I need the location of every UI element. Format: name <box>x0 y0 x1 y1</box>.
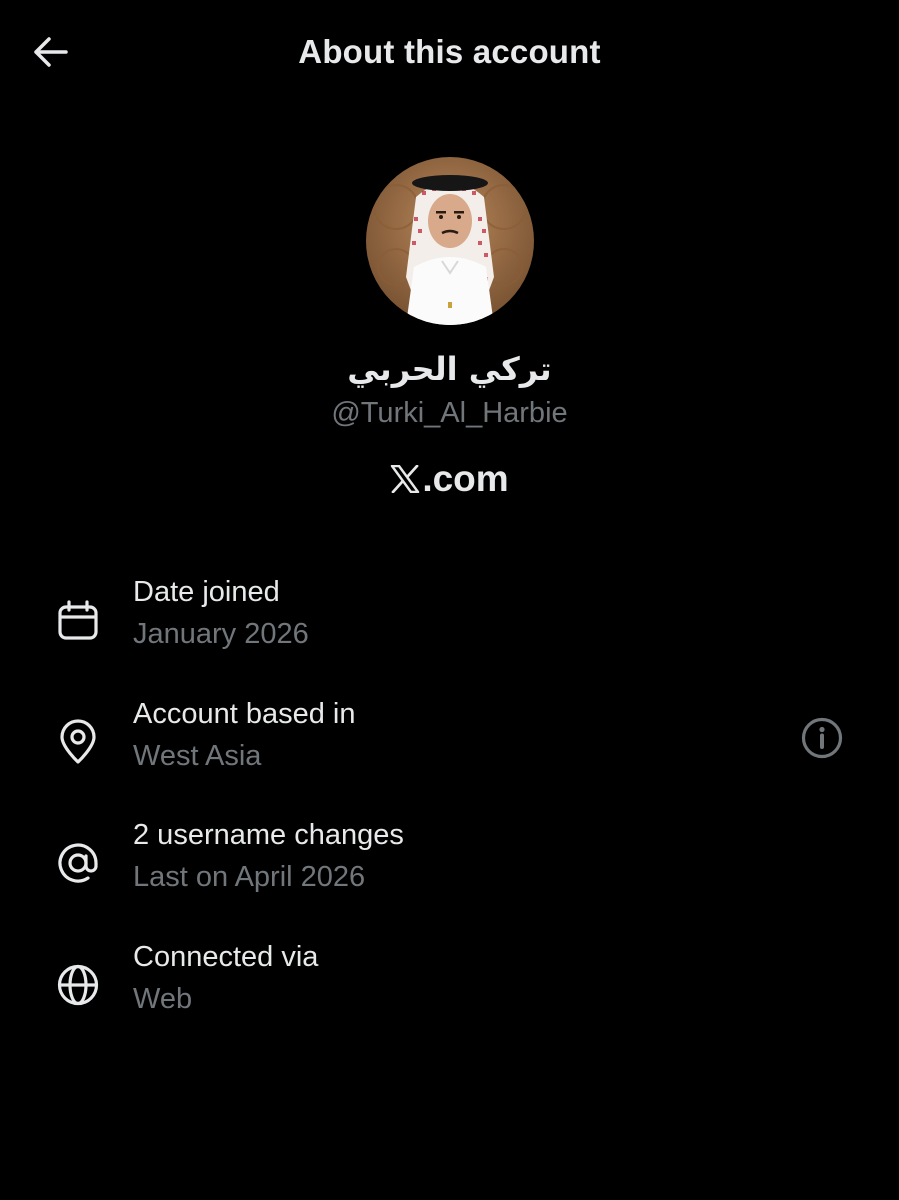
detail-label: 2 username changes <box>133 819 404 851</box>
platform-domain: .com <box>0 458 899 500</box>
at-sign-icon <box>52 837 104 889</box>
detail-value: West Asia <box>133 740 262 772</box>
profile-avatar[interactable] <box>366 157 534 325</box>
detail-label: Date joined <box>133 576 280 608</box>
display-name: تركي الحربي <box>347 350 552 388</box>
detail-value: Web <box>133 983 193 1015</box>
username-handle: @Turki_Al_Harbie <box>331 397 568 429</box>
page-title: About this account <box>298 33 601 70</box>
calendar-icon <box>52 594 104 646</box>
platform-domain-text: .com <box>422 458 509 499</box>
globe-icon <box>52 959 104 1011</box>
x-logo-icon <box>391 465 420 493</box>
header-bar: About this account <box>0 0 899 104</box>
detail-row-connected-via: Connected via Web <box>0 941 899 1051</box>
info-button[interactable] <box>796 712 848 764</box>
detail-value: Last on April 2026 <box>133 861 366 893</box>
info-icon <box>801 717 843 759</box>
detail-label: Connected via <box>133 941 319 973</box>
detail-row-account-based-in: Account based in West Asia <box>0 698 899 808</box>
detail-label: Account based in <box>133 698 356 730</box>
detail-row-date-joined: Date joined January 2026 <box>0 576 899 686</box>
location-pin-icon <box>52 716 104 768</box>
detail-row-username-changes: 2 username changes Last on April 2026 <box>0 819 899 929</box>
detail-value: January 2026 <box>133 618 309 650</box>
avatar-image <box>366 157 534 325</box>
